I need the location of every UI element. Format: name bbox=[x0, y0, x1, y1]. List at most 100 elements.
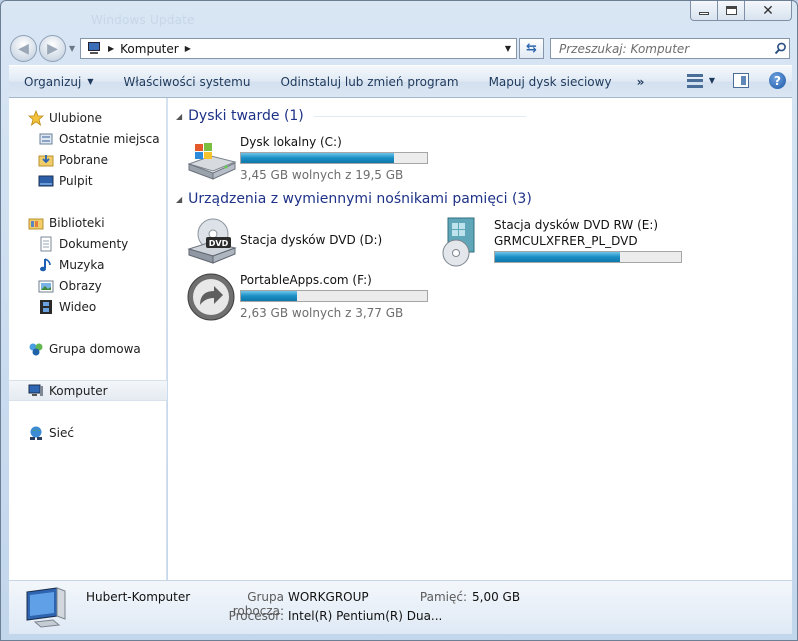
address-dropdown-button[interactable]: ▼ bbox=[500, 39, 516, 58]
minimize-icon bbox=[699, 12, 709, 15]
nav-item-music[interactable]: Muzyka bbox=[9, 254, 167, 275]
refresh-button[interactable]: ⇆ bbox=[519, 38, 544, 59]
svg-text:DVD: DVD bbox=[209, 239, 229, 248]
map-network-drive-label: Mapuj dysk sieciowy bbox=[488, 74, 612, 89]
view-options-dropdown[interactable]: ▼ bbox=[709, 76, 715, 85]
nav-label: Biblioteki bbox=[49, 215, 105, 230]
drive-name: PortableApps.com (F:) bbox=[240, 273, 372, 287]
processor-value: Intel(R) Pentium(R) Dua... bbox=[288, 609, 443, 623]
homegroup-icon bbox=[28, 341, 44, 357]
recent-places-icon bbox=[38, 131, 54, 147]
group-title: Urządzenia z wymiennymi nośnikami pamięc… bbox=[188, 191, 532, 207]
nav-item-documents[interactable]: Dokumenty bbox=[9, 233, 167, 254]
usage-fill bbox=[241, 153, 395, 163]
nav-item-pictures[interactable]: Obrazy bbox=[9, 275, 167, 296]
close-button[interactable]: ✕ bbox=[745, 1, 792, 21]
drive-d[interactable]: DVD Stacja dysków DVD (D:) bbox=[186, 217, 382, 269]
system-properties-button[interactable]: Właściwości systemu bbox=[108, 75, 265, 89]
view-controls: ▼ ? bbox=[686, 72, 786, 89]
organize-menu[interactable]: Organizuj ▼ bbox=[9, 75, 108, 89]
uninstall-program-button[interactable]: Odinstaluj lub zmień program bbox=[265, 75, 473, 89]
map-network-drive-button[interactable]: Mapuj dysk sieciowy bbox=[474, 75, 627, 89]
details-pane: Hubert-Komputer Grupa robocza: WORKGROUP… bbox=[9, 580, 792, 634]
drive-c[interactable]: Dysk lokalny (C:) 3,45 GB wolnych z 19,5… bbox=[186, 134, 428, 186]
star-icon bbox=[28, 109, 44, 126]
search-input[interactable]: Przeszukaj: Komputer bbox=[550, 38, 790, 59]
computer-name: Hubert-Komputer bbox=[86, 590, 191, 604]
nav-label: Komputer bbox=[49, 383, 108, 398]
nav-label: Pulpit bbox=[59, 173, 93, 188]
nav-label: Dokumenty bbox=[59, 236, 129, 251]
documents-icon bbox=[38, 236, 54, 252]
hard-disk-windows-icon bbox=[186, 134, 238, 186]
memory-value: 5,00 GB bbox=[472, 590, 521, 604]
nav-item-favorites[interactable]: Ulubione bbox=[9, 107, 167, 128]
help-icon[interactable]: ? bbox=[769, 72, 786, 89]
drive-f[interactable]: PortableApps.com (F:) 2,63 GB wolnych z … bbox=[186, 272, 428, 324]
nav-item-libraries[interactable]: Biblioteki bbox=[9, 212, 167, 233]
workgroup-value: WORKGROUP bbox=[288, 590, 369, 604]
minimize-button[interactable] bbox=[690, 1, 718, 21]
pictures-icon bbox=[38, 278, 54, 294]
arrow-right-icon: ▶ bbox=[47, 40, 58, 57]
collapse-triangle-icon[interactable]: ◢ bbox=[176, 195, 182, 204]
chevron-down-icon: ▼ bbox=[87, 77, 94, 86]
forward-button[interactable]: ▶ bbox=[39, 35, 66, 62]
recent-pages-dropdown[interactable]: ▼ bbox=[69, 44, 75, 53]
uninstall-program-label: Odinstaluj lub zmień program bbox=[280, 74, 459, 89]
nav-label: Ostatnie miejsca bbox=[59, 131, 160, 146]
drive-usage-bar bbox=[240, 152, 428, 164]
maximize-icon bbox=[725, 6, 737, 15]
maximize-button[interactable] bbox=[718, 1, 745, 21]
refresh-icon: ⇆ bbox=[526, 41, 537, 56]
close-icon: ✕ bbox=[762, 2, 774, 19]
breadcrumb-separator-icon[interactable]: ▶ bbox=[185, 44, 191, 53]
nav-item-videos[interactable]: Wideo bbox=[9, 296, 167, 317]
window-controls: ✕ bbox=[690, 1, 792, 21]
desktop-icon bbox=[38, 173, 54, 189]
nav-item-desktop[interactable]: Pulpit bbox=[9, 170, 167, 191]
collapse-triangle-icon[interactable]: ◢ bbox=[176, 112, 182, 121]
nav-label: Ulubione bbox=[49, 110, 103, 125]
drive-usage-bar bbox=[494, 251, 682, 263]
group-hard-disks-header[interactable]: ◢ Dyski twarde (1) bbox=[176, 108, 526, 124]
change-view-icon[interactable] bbox=[686, 73, 703, 88]
system-properties-label: Właściwości systemu bbox=[123, 74, 251, 89]
preview-pane-icon[interactable] bbox=[733, 73, 749, 88]
breadcrumb-separator-icon[interactable]: ▶ bbox=[108, 44, 114, 53]
nav-item-recent-places[interactable]: Ostatnie miejsca bbox=[9, 128, 167, 149]
drive-name: Stacja dysków DVD (D:) bbox=[240, 233, 383, 247]
computer-icon bbox=[28, 383, 44, 399]
nav-item-homegroup[interactable]: Grupa domowa bbox=[9, 338, 167, 359]
nav-item-downloads[interactable]: Pobrane bbox=[9, 149, 167, 170]
ghost-window-title: Windows Update bbox=[91, 13, 195, 27]
nav-label: Muzyka bbox=[59, 257, 105, 272]
breadcrumb-computer[interactable]: Komputer bbox=[120, 42, 179, 56]
dvd-rw-disc-icon bbox=[440, 217, 492, 269]
drive-name: Stacja dysków DVD RW (E:) bbox=[494, 218, 659, 232]
nav-item-network[interactable]: Sieć bbox=[9, 422, 167, 443]
nav-label: Obrazy bbox=[59, 278, 102, 293]
back-button[interactable]: ◀ bbox=[10, 35, 37, 62]
processor-label: Procesor: bbox=[228, 609, 284, 623]
drive-info: Stacja dysków DVD RW (E:) GRMCULXFRER_PL… bbox=[494, 217, 682, 269]
drive-volume-label: GRMCULXFRER_PL_DVD bbox=[494, 234, 638, 248]
nav-item-computer[interactable]: Komputer bbox=[9, 380, 167, 401]
explorer-window: Windows Update ✕ ◀ ▶ ▼ ▶ Komputer ▶ ▼ ⇆ … bbox=[0, 0, 798, 641]
drive-e[interactable]: Stacja dysków DVD RW (E:) GRMCULXFRER_PL… bbox=[440, 217, 682, 269]
navigation-pane: Ulubione Ostatnie miejsca Pobrane Pulpit… bbox=[9, 98, 167, 580]
film-strip-icon bbox=[38, 299, 54, 315]
nav-label: Wideo bbox=[59, 299, 97, 314]
usage-fill bbox=[495, 252, 620, 262]
group-removable-header[interactable]: ◢ Urządzenia z wymiennymi nośnikami pami… bbox=[176, 191, 532, 207]
drive-info: PortableApps.com (F:) 2,63 GB wolnych z … bbox=[240, 272, 428, 324]
portableapps-icon bbox=[186, 272, 238, 324]
drive-name: Dysk lokalny (C:) bbox=[240, 135, 342, 149]
computer-icon bbox=[86, 42, 102, 55]
drive-free-space: 2,63 GB wolnych z 3,77 GB bbox=[240, 306, 404, 320]
more-commands-button[interactable]: » bbox=[627, 75, 655, 89]
computer-large-icon bbox=[25, 586, 73, 630]
search-icon[interactable] bbox=[771, 42, 789, 55]
address-bar[interactable]: ▶ Komputer ▶ ▼ bbox=[80, 38, 517, 59]
drive-usage-bar bbox=[240, 290, 428, 302]
